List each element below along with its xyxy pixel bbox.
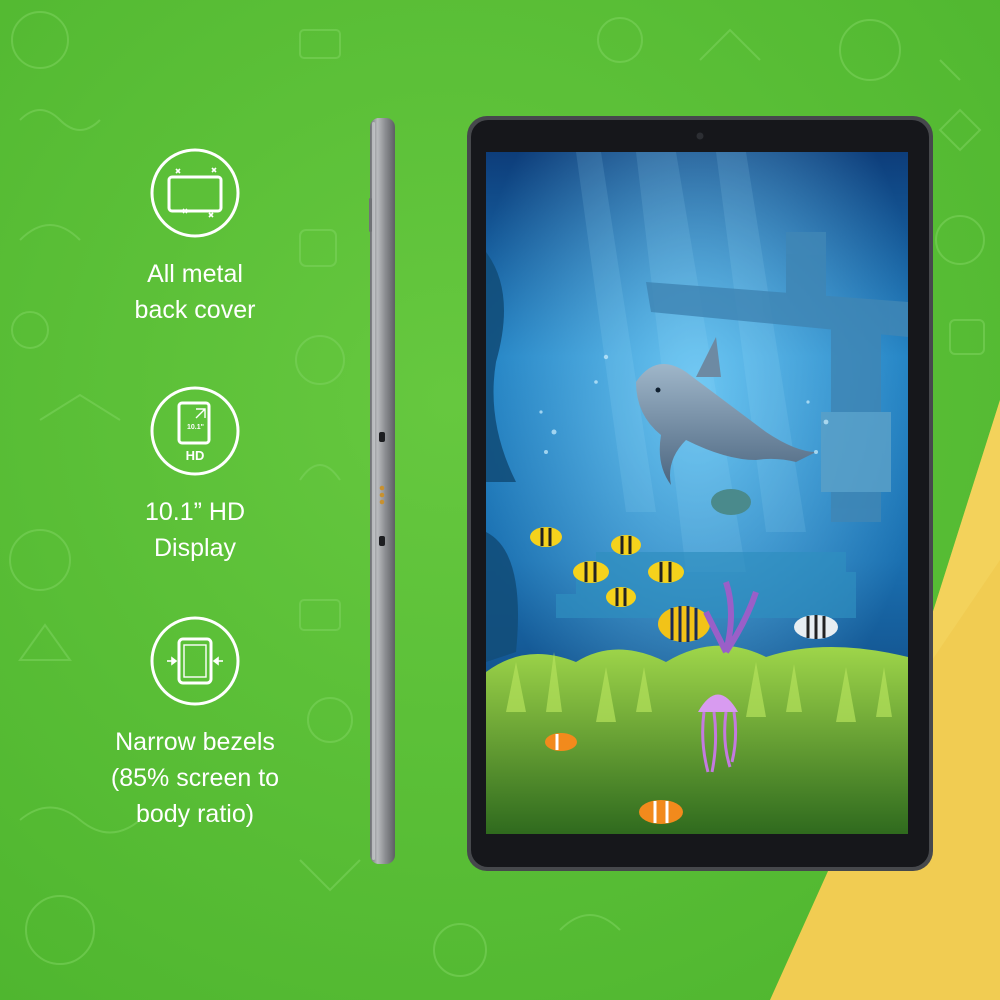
feature-narrow-bezels: Narrow bezels (85% screen to body ratio) [95, 615, 295, 832]
feature-label-line: (85% screen to [110, 764, 280, 792]
hd-icon-size-text: 10.1" [187, 424, 204, 431]
feature-label-line: 10.1” HD [144, 498, 246, 526]
feature-label-line: All metal [147, 260, 243, 288]
feature-label: 10.1” HD Display [95, 494, 295, 566]
feature-label: Narrow bezels (85% screen to body ratio) [95, 724, 295, 832]
narrow-bezel-icon [150, 616, 240, 706]
feature-label: All metal back cover [95, 256, 295, 328]
feature-hd-display: 10.1" HD 10.1” HD Display [95, 385, 295, 566]
underwater-wallpaper [486, 152, 908, 834]
feature-label-line: back cover [134, 296, 256, 324]
feature-label-line: Narrow bezels [115, 728, 275, 756]
hd-icon-hd-text: HD [186, 448, 205, 463]
tablet-side-profile [369, 118, 395, 864]
side-port [379, 536, 385, 546]
hd-display-icon: 10.1" HD [150, 386, 240, 476]
feature-label-line: body ratio) [135, 800, 255, 828]
feature-label-line: Display [154, 534, 236, 562]
feature-metal-back-cover: All metal back cover [95, 147, 295, 328]
turtle [711, 489, 751, 515]
side-port [379, 432, 385, 442]
front-camera [696, 132, 704, 140]
metal-back-cover-icon [150, 148, 240, 238]
product-banner: All metal back cover 10.1" HD 10.1” HD D… [0, 0, 1000, 1000]
